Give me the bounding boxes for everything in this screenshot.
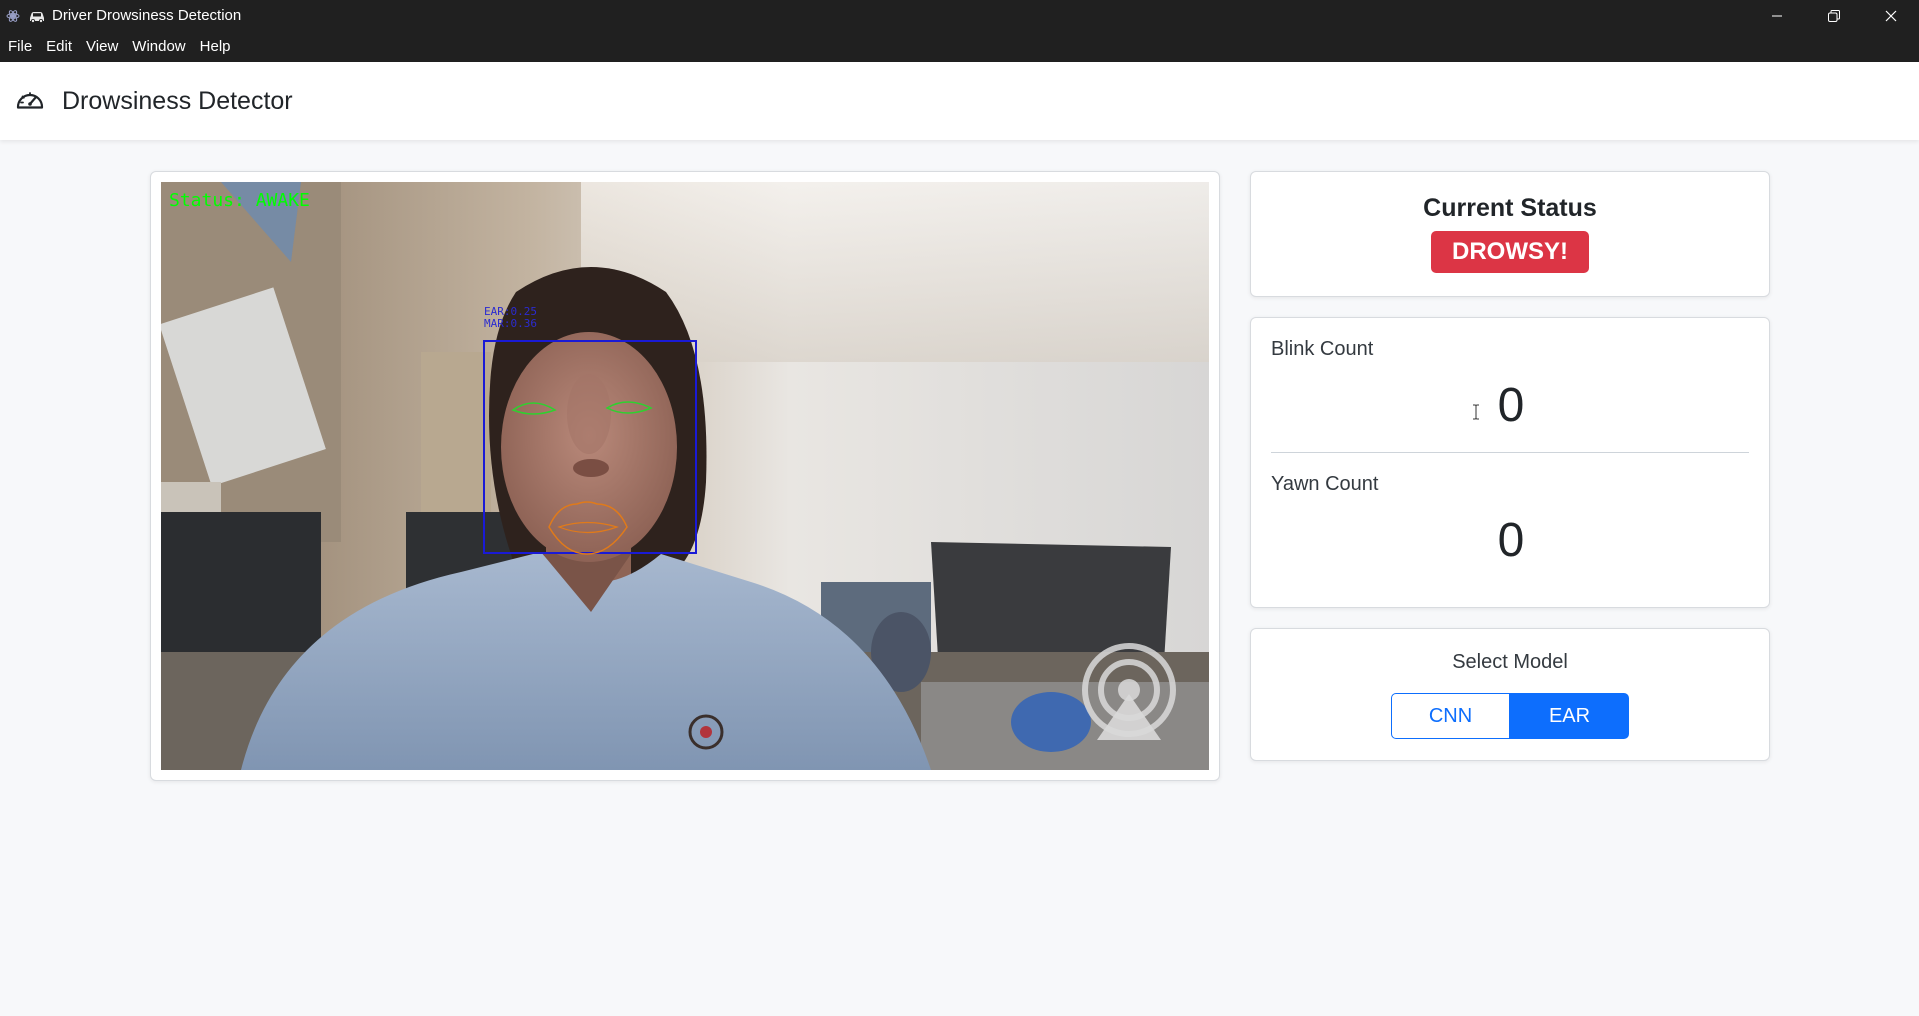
ear-model-button[interactable]: EAR (1510, 693, 1629, 739)
current-status-title: Current Status (1423, 194, 1597, 222)
blink-count-value: 0 (1497, 379, 1525, 432)
restore-button[interactable] (1805, 0, 1862, 31)
close-icon (1885, 10, 1896, 21)
model-toggle-group: CNN EAR (1391, 693, 1629, 739)
app-navbar: Drowsiness Detector (0, 62, 1919, 140)
minimize-icon (1771, 15, 1782, 16)
mar-readout: MAR:0.36 (484, 317, 537, 330)
menu-file[interactable]: File (1, 31, 39, 62)
minimize-button[interactable] (1748, 0, 1805, 31)
car-icon (30, 11, 44, 23)
menu-window[interactable]: Window (125, 31, 192, 62)
menu-view[interactable]: View (79, 31, 125, 62)
divider (1271, 452, 1749, 453)
menu-edit[interactable]: Edit (39, 31, 79, 62)
cnn-model-button[interactable]: CNN (1391, 693, 1510, 739)
webcam-feed: Status: AWAKE EAR:0.25 MAR:0.36 (161, 182, 1209, 770)
counts-card: Blink Count 0 Yawn Count 0 (1250, 317, 1770, 608)
window-title: Driver Drowsiness Detection (52, 7, 242, 24)
yawn-count-value: 0 (1497, 514, 1525, 567)
yawn-count-label: Yawn Count (1271, 473, 1379, 495)
menu-help[interactable]: Help (193, 31, 238, 62)
menu-bar: File Edit View Window Help (0, 31, 1919, 62)
electron-app-icon (6, 9, 20, 22)
current-status-card: Current Status DROWSY! (1250, 171, 1770, 297)
status-badge: DROWSY! (1431, 231, 1589, 273)
webcam-image (161, 182, 1209, 770)
restore-icon (1827, 9, 1840, 22)
app-brand-title: Drowsiness Detector (62, 86, 293, 115)
video-card: Status: AWAKE EAR:0.25 MAR:0.36 (150, 171, 1220, 781)
close-button[interactable] (1862, 0, 1919, 31)
blink-count-label: Blink Count (1271, 338, 1374, 360)
video-status-overlay: Status: AWAKE (169, 190, 310, 211)
speedometer-icon (16, 92, 44, 109)
title-bar: Driver Drowsiness Detection (0, 0, 1919, 31)
select-model-card: Select Model CNN EAR (1250, 628, 1770, 761)
select-model-title: Select Model (1452, 651, 1568, 673)
